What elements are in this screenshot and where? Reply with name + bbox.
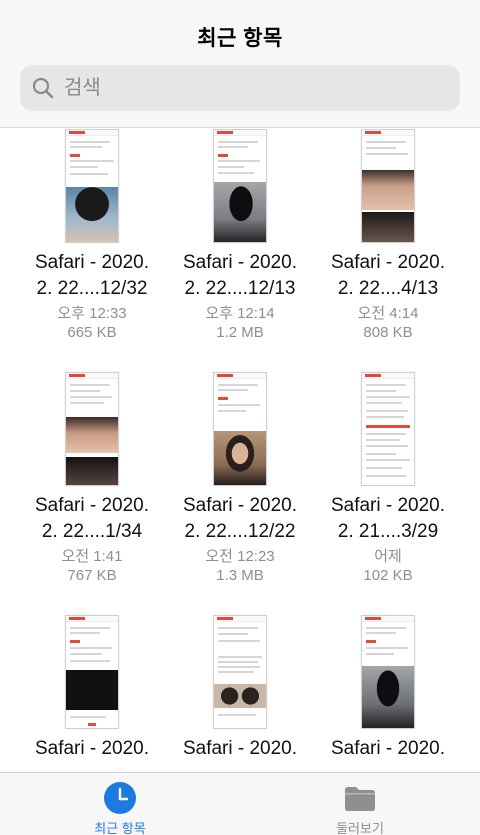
file-name: Safari - 2020.: [34, 738, 150, 759]
file-size: 767 KB: [67, 567, 117, 584]
file-size: 665 KB: [67, 324, 117, 341]
file-name: Safari - 2020.: [330, 495, 446, 516]
search-bar[interactable]: [20, 65, 460, 111]
file-time: 오후 12:33: [57, 305, 127, 322]
file-name: Safari - 2020.: [182, 252, 298, 273]
file-name: Safari - 2020.: [330, 252, 446, 273]
file-thumbnail: [213, 615, 267, 729]
file-size: 808 KB: [363, 324, 413, 341]
search-icon: [32, 77, 54, 99]
file-item[interactable]: Safari - 2020. 2. 22....12/32 오후 12:33 6…: [17, 129, 167, 359]
file-time: 오전 1:41: [61, 548, 123, 565]
file-time: 오전 4:14: [357, 305, 419, 322]
file-grid: Safari - 2020. 2. 22....12/32 오후 12:33 6…: [0, 129, 480, 772]
navigation-header: 최근 항목: [0, 0, 480, 128]
file-size: 1.2 MB: [216, 324, 264, 341]
file-name-secondary: 2. 22....1/34: [41, 521, 143, 542]
file-item[interactable]: Safari - 2020. 2. 22....4/13 오전 4:14 808…: [313, 129, 463, 359]
file-name-secondary: 2. 22....12/13: [184, 278, 296, 299]
file-time: 오후 12:14: [205, 305, 275, 322]
file-item[interactable]: Safari - 2020. 2. 22....1/34 오전 1:41 767…: [17, 372, 167, 602]
clock-icon: [104, 782, 136, 814]
file-name: Safari - 2020.: [182, 738, 298, 759]
file-thumbnail: [213, 372, 267, 486]
file-thumbnail: [65, 372, 119, 486]
page-title: 최근 항목: [197, 27, 283, 50]
file-thumbnail: [361, 372, 415, 486]
file-name-secondary: 2. 21....3/29: [337, 521, 439, 542]
folder-icon: [345, 787, 375, 811]
file-time: 어제: [374, 548, 402, 565]
file-name: Safari - 2020.: [330, 738, 446, 759]
file-item[interactable]: Safari - 2020. 2. 22....12/22 오전 12:23 1…: [165, 372, 315, 602]
file-item[interactable]: Safari - 2020. 2. 21....3/29 어제 102 KB: [313, 372, 463, 602]
search-input[interactable]: [64, 65, 444, 111]
file-name-secondary: 2. 22....4/13: [337, 278, 439, 299]
file-thumbnail: [65, 129, 119, 243]
tab-label: 둘러보기: [336, 821, 384, 835]
file-item[interactable]: Safari - 2020. 2. 22....12/13 오후 12:14 1…: [165, 129, 315, 359]
file-thumbnail: [361, 129, 415, 243]
tab-bar: 최근 항목 둘러보기: [0, 772, 480, 835]
file-item[interactable]: Safari - 2020.: [17, 615, 167, 772]
file-size: 1.3 MB: [216, 567, 264, 584]
file-item[interactable]: Safari - 2020.: [313, 615, 463, 772]
file-name-secondary: 2. 22....12/32: [36, 278, 148, 299]
file-name: Safari - 2020.: [34, 252, 150, 273]
tab-recents[interactable]: 최근 항목: [60, 773, 180, 835]
file-size: 102 KB: [363, 567, 413, 584]
tab-browse[interactable]: 둘러보기: [300, 773, 420, 835]
file-item[interactable]: Safari - 2020.: [165, 615, 315, 772]
file-name: Safari - 2020.: [182, 495, 298, 516]
file-thumbnail: [361, 615, 415, 729]
file-thumbnail: [213, 129, 267, 243]
file-name: Safari - 2020.: [34, 495, 150, 516]
file-time: 오전 12:23: [205, 548, 275, 565]
tab-label: 최근 항목: [94, 821, 146, 835]
file-name-secondary: 2. 22....12/22: [184, 521, 296, 542]
file-thumbnail: [65, 615, 119, 729]
